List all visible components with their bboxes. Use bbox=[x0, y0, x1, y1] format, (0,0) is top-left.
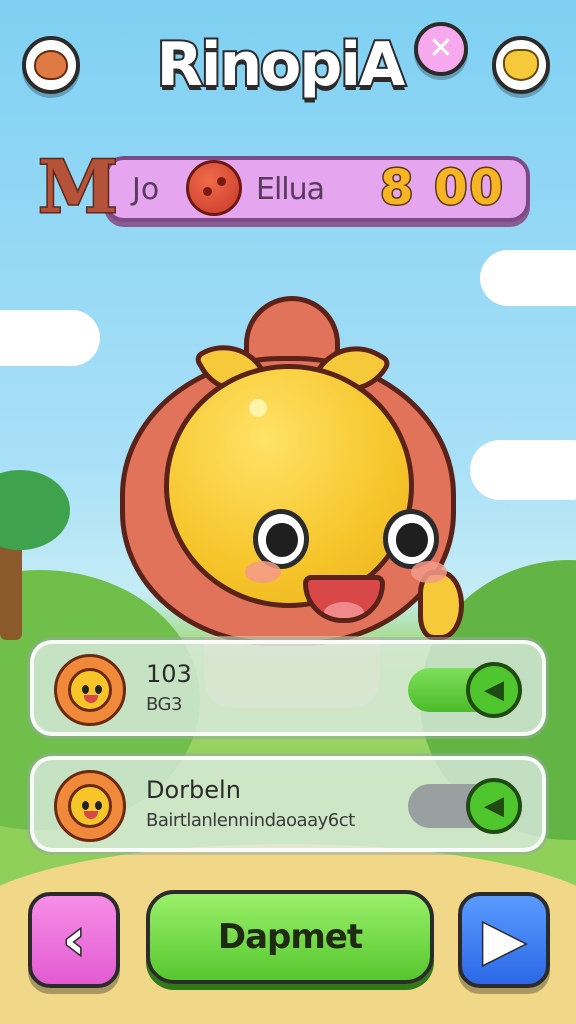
tree-foliage bbox=[0, 470, 70, 550]
cat-face-button[interactable] bbox=[492, 36, 550, 94]
cloud bbox=[480, 250, 576, 306]
mascot-blush-left bbox=[245, 561, 281, 583]
card-toggle[interactable]: ◀ bbox=[408, 662, 522, 718]
fox-face-button[interactable] bbox=[22, 36, 80, 94]
stats-value: 8 00 bbox=[379, 159, 505, 218]
mascot-face bbox=[164, 364, 447, 623]
cloud bbox=[0, 310, 100, 366]
list-item[interactable]: 103 BG3 ◀ bbox=[30, 640, 546, 736]
previous-button[interactable]: ‹ bbox=[28, 892, 120, 988]
orange-mascot-icon bbox=[54, 654, 126, 726]
cat-face-icon bbox=[503, 49, 539, 81]
megaphone-icon: ◀ bbox=[466, 778, 522, 834]
card-title: Dorbeln bbox=[146, 776, 241, 804]
card-toggle[interactable]: ◀ bbox=[408, 778, 522, 834]
stats-label-2: Ellua bbox=[256, 172, 325, 207]
next-button[interactable]: ▶ bbox=[458, 892, 550, 988]
mascot-eye-right bbox=[383, 509, 439, 569]
main-action-label: Dapmet bbox=[217, 917, 363, 957]
cloud bbox=[470, 440, 576, 500]
card-subtitle: Bairtlanlennindaoaay6ct bbox=[146, 810, 355, 831]
play-right-icon: ▶ bbox=[482, 908, 526, 971]
fox-face-icon bbox=[34, 50, 68, 80]
card-title: 103 bbox=[146, 660, 192, 688]
game-title: RinopiA bbox=[155, 28, 408, 102]
face-shine bbox=[249, 399, 267, 417]
megaphone-icon: ◀ bbox=[466, 662, 522, 718]
orange-mascot-icon bbox=[54, 770, 126, 842]
mascot-eye-left bbox=[253, 509, 309, 569]
main-action-button[interactable]: Dapmet bbox=[146, 890, 434, 984]
chevron-left-icon: ‹ bbox=[61, 908, 86, 971]
card-subtitle: BG3 bbox=[146, 694, 182, 715]
list-item[interactable]: Dorbeln Bairtlanlennindaoaay6ct ◀ bbox=[30, 756, 546, 852]
mascot-blush-right bbox=[411, 561, 447, 583]
stats-badge: M bbox=[37, 142, 120, 230]
red-coin-icon bbox=[186, 160, 242, 216]
stats-label-1: Jo bbox=[132, 172, 160, 207]
